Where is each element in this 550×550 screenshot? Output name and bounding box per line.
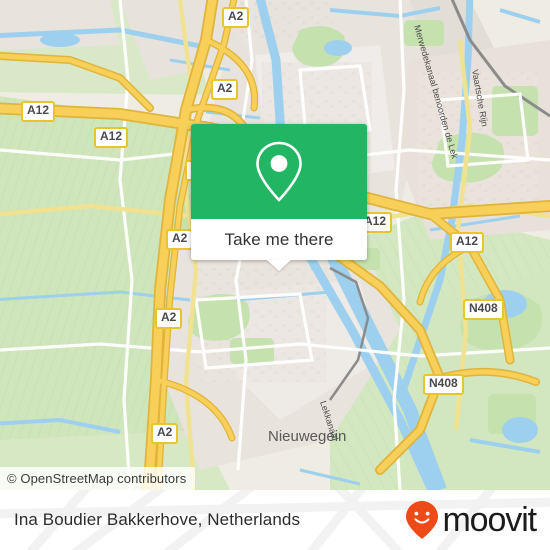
road-shield-a2: A2: [211, 79, 239, 100]
road-shield-a12: A12: [94, 127, 129, 148]
road-shield-n408: N408: [463, 299, 504, 320]
card-icon-area: [191, 124, 367, 219]
road-shield-a12: A12: [21, 101, 56, 122]
footer-bar: Ina Boudier Bakkerhove, Netherlands moov…: [0, 490, 550, 550]
city-label: Nieuwegein: [268, 428, 346, 445]
road-shield-a2: A2: [151, 423, 179, 444]
road-shield-label: A2: [172, 231, 188, 245]
road-shield-a2: A2: [155, 308, 183, 329]
place-title: Ina Boudier Bakkerhove, Netherlands: [14, 510, 301, 529]
road-shield-label: A12: [364, 214, 387, 228]
road-shield-n408: N408: [423, 374, 464, 395]
road-shield-a12: A12: [450, 232, 485, 253]
road-shield-label: A12: [100, 129, 123, 143]
road-shield-label: N408: [429, 376, 458, 390]
road-shield-label: A2: [217, 81, 233, 95]
road-shield-a2: A2: [222, 7, 250, 28]
osm-attribution[interactable]: © OpenStreetMap contributors: [0, 467, 196, 490]
take-me-there-label: Take me there: [224, 229, 334, 249]
map-share-screen: Merwedekanaal benoorden de Lek Vaartsche…: [0, 0, 550, 550]
card-pointer-tail: [267, 260, 291, 271]
road-shield-label: N408: [469, 301, 498, 315]
road-shield-a2: A2: [166, 229, 194, 250]
take-me-there-card[interactable]: Take me there: [191, 124, 367, 271]
road-shield-label: A12: [27, 103, 50, 117]
map-pin-icon: [256, 141, 302, 202]
road-shield-label: A2: [157, 425, 173, 439]
card-action-area[interactable]: Take me there: [191, 219, 367, 271]
road-shield-label: A2: [161, 310, 177, 324]
road-shield-label: A2: [228, 9, 244, 23]
road-shield-label: A12: [456, 234, 479, 248]
